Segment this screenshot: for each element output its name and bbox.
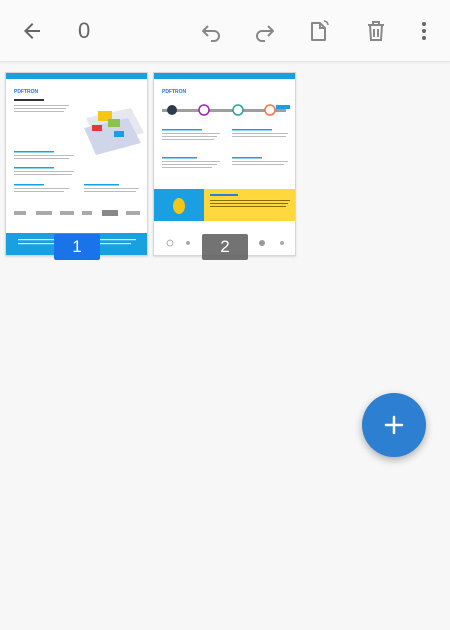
page-thumbnail-2[interactable]: PDFTRON (153, 72, 296, 256)
toolbar: 0 (0, 0, 450, 62)
page-2-brand: PDFTRON (162, 89, 187, 95)
more-vert-icon[interactable] (406, 13, 442, 49)
page-thumbnail-1[interactable]: PDFTRON (5, 72, 148, 256)
rotate-page-icon[interactable] (301, 13, 337, 49)
redo-icon[interactable] (247, 13, 283, 49)
page-2-preview: PDFTRON (154, 73, 295, 247)
add-page-button[interactable] (362, 393, 426, 457)
page-number-badge-1: 1 (54, 234, 100, 260)
plus-icon (384, 415, 404, 435)
back-arrow-icon[interactable] (14, 13, 50, 49)
page-1-preview: PDFTRON (6, 73, 147, 255)
page-1-brand: PDFTRON (14, 89, 39, 95)
selected-count: 0 (78, 18, 91, 43)
page-number-badge-2: 2 (202, 234, 248, 260)
isometric-illustration (84, 108, 144, 155)
delete-icon[interactable] (358, 13, 394, 49)
undo-icon[interactable] (193, 13, 229, 49)
